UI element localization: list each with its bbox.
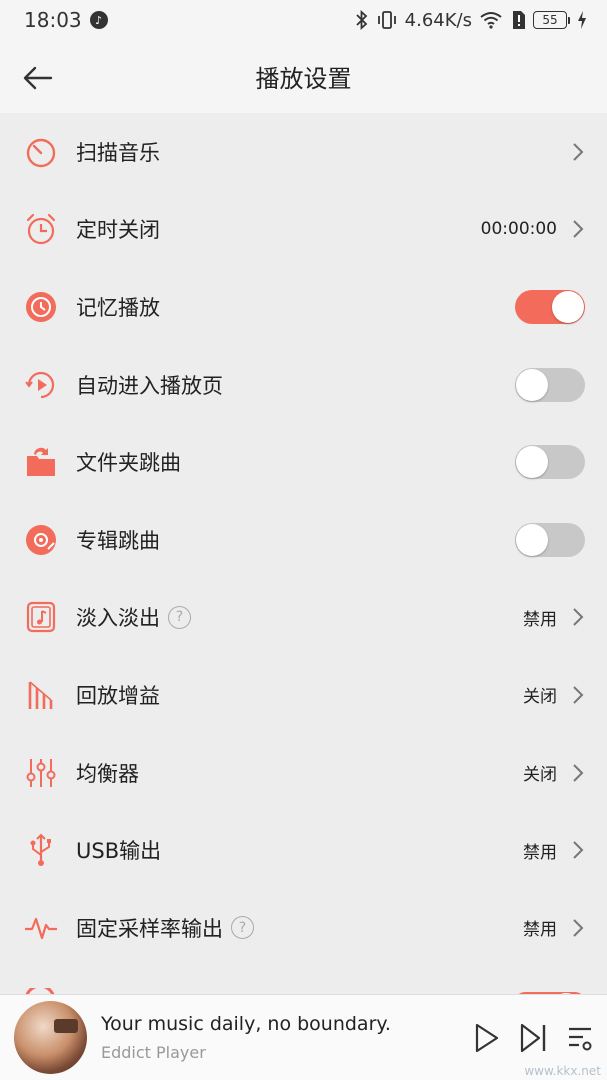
setting-scan-music[interactable]: 扫描音乐 <box>0 113 607 191</box>
status-bar: 18:03 ♪ 4.64K/s 55 <box>0 0 607 40</box>
memory-play-toggle[interactable] <box>515 289 585 324</box>
setting-auto-enter-player: 自动进入播放页 <box>0 346 607 424</box>
watermark: www.kkx.net <box>524 1064 601 1078</box>
bluetooth-icon <box>356 10 367 30</box>
page-title: 播放设置 <box>255 65 352 93</box>
setting-memory-play: 记忆播放 <box>0 268 607 346</box>
replay-gain-icon <box>24 678 58 712</box>
auto-enter-player-toggle[interactable] <box>515 367 585 402</box>
sim-alert-icon <box>513 11 525 29</box>
chevron-right-icon <box>573 686 584 704</box>
equalizer-icon <box>24 756 58 790</box>
network-speed: 4.64K/s <box>404 9 472 31</box>
vibrate-icon <box>377 11 396 29</box>
setting-sleep-timer[interactable]: 定时关闭 00:00:00 <box>0 191 607 269</box>
chevron-right-icon <box>573 608 584 627</box>
setting-album-skip: 专辑跳曲 <box>0 501 607 579</box>
battery-indicator: 55 <box>533 11 570 29</box>
status-time: 18:03 <box>24 8 82 32</box>
chevron-right-icon <box>573 763 584 782</box>
setting-value: 禁用 <box>523 842 557 863</box>
setting-replay-gain[interactable]: 回放增益 关闭 <box>0 656 607 734</box>
usb-icon <box>24 833 58 867</box>
now-playing-title: Your music daily, no boundary. <box>101 1013 391 1035</box>
settings-list: 扫描音乐 定时关闭 00:00:00 记忆播放 自动进入播放页 文件夹跳曲 专辑… <box>0 113 607 967</box>
album-skip-toggle[interactable] <box>515 522 585 557</box>
setting-label: 均衡器 <box>76 761 139 786</box>
next-track-icon[interactable] <box>519 1022 549 1054</box>
setting-label: 回放增益 <box>76 683 160 708</box>
setting-value: 关闭 <box>523 765 557 786</box>
setting-equalizer[interactable]: 均衡器 关闭 <box>0 734 607 812</box>
setting-value: 禁用 <box>523 920 557 941</box>
charging-icon <box>578 11 586 29</box>
folder-skip-icon <box>24 445 58 479</box>
setting-label: 定时关闭 <box>76 218 160 243</box>
setting-usb-output[interactable]: USB输出 禁用 <box>0 811 607 889</box>
now-playing-artist: Eddict Player <box>101 1043 206 1062</box>
folder-skip-toggle[interactable] <box>515 445 585 480</box>
playlist-icon[interactable] <box>567 1023 593 1053</box>
setting-folder-skip: 文件夹跳曲 <box>0 423 607 501</box>
memory-play-icon <box>24 290 58 324</box>
setting-fade[interactable]: 淡入淡出 ? 禁用 <box>0 579 607 657</box>
chevron-right-icon <box>573 919 584 937</box>
play-icon[interactable] <box>473 1022 501 1054</box>
setting-label: 文件夹跳曲 <box>76 451 181 476</box>
page-header: 播放设置 <box>0 40 607 113</box>
setting-label: 自动进入播放页 <box>76 373 223 398</box>
album-disc-icon <box>24 523 58 557</box>
alarm-clock-icon <box>24 212 58 246</box>
chevron-right-icon <box>573 220 584 239</box>
chevron-right-icon <box>573 143 584 161</box>
setting-value: 00:00:00 <box>480 219 557 240</box>
setting-value: 禁用 <box>523 609 557 630</box>
help-icon[interactable]: ? <box>231 916 254 940</box>
fade-icon <box>24 600 58 634</box>
mini-player[interactable]: Your music daily, no boundary. Eddict Pl… <box>0 994 607 1080</box>
setting-fixed-sample-rate[interactable]: 固定采样率输出 ? 禁用 <box>0 889 607 967</box>
setting-label: 记忆播放 <box>76 295 160 320</box>
setting-label: USB输出 <box>76 839 162 864</box>
sample-rate-icon <box>24 911 58 945</box>
timer-icon <box>24 135 58 169</box>
setting-label: 专辑跳曲 <box>76 528 160 553</box>
music-notification-icon: ♪ <box>89 11 108 29</box>
setting-label: 固定采样率输出 <box>76 916 223 941</box>
setting-value: 关闭 <box>523 687 557 708</box>
album-cover[interactable] <box>14 1001 87 1074</box>
chevron-right-icon <box>573 841 584 859</box>
wifi-icon <box>480 12 502 29</box>
back-arrow-icon[interactable] <box>20 60 56 96</box>
setting-label: 淡入淡出 <box>76 606 160 631</box>
setting-label: 扫描音乐 <box>76 140 160 165</box>
help-icon[interactable]: ? <box>168 605 191 629</box>
auto-play-icon <box>24 368 58 402</box>
